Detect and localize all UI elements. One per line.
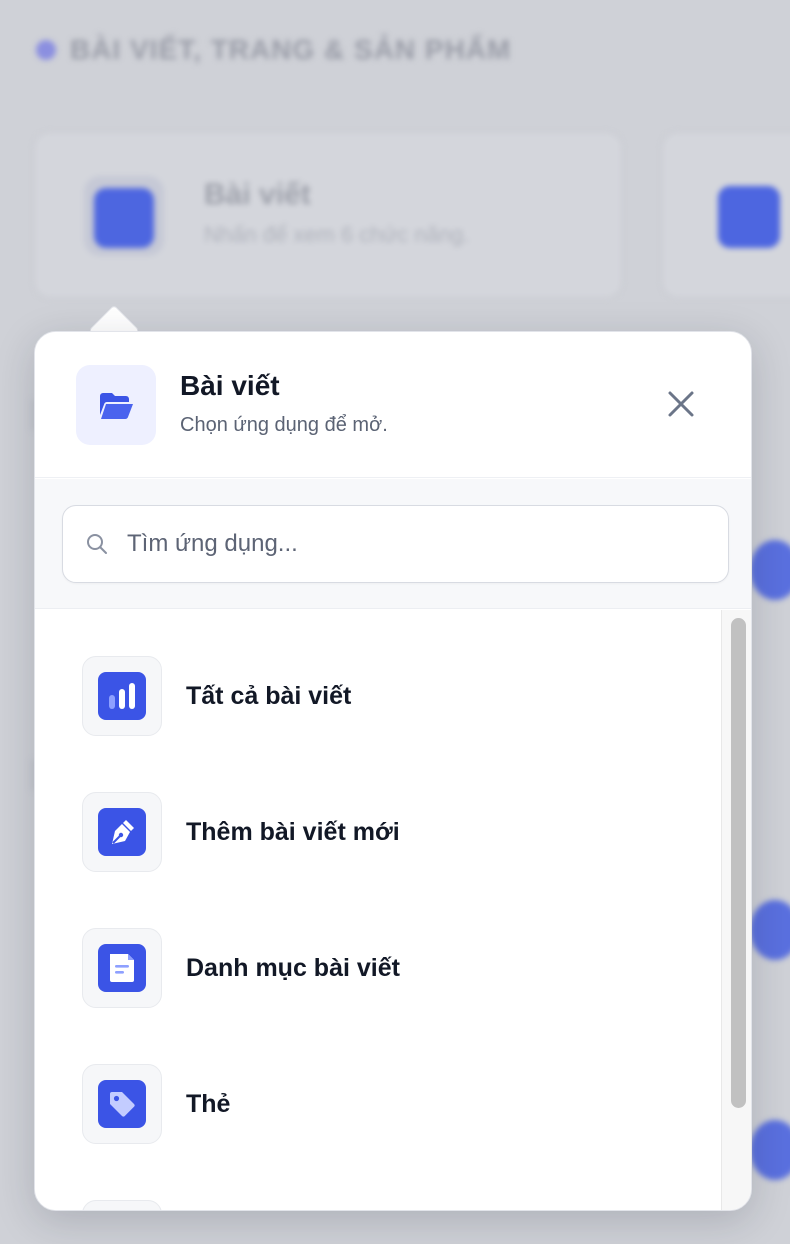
- app-item-label: Thêm bài viết mới: [186, 818, 400, 846]
- pen-nib-icon: [98, 808, 146, 856]
- app-tile: [82, 1064, 162, 1144]
- app-item-post-categories[interactable]: Danh mục bài viết: [35, 882, 721, 1018]
- folder-open-icon: [76, 365, 156, 445]
- background-icon-blob: [750, 1120, 790, 1180]
- search-area: [35, 479, 751, 609]
- background-section-title-text: BÀI VIẾT, TRANG & SẢN PHẨM: [70, 34, 512, 65]
- background-section-title: BÀI VIẾT, TRANG & SẢN PHẨM: [36, 34, 511, 66]
- close-button[interactable]: [661, 384, 701, 424]
- close-icon: [668, 391, 694, 417]
- tag-icon: [98, 1080, 146, 1128]
- popover-title: Bài viết: [180, 370, 280, 401]
- app-tile: [82, 1200, 162, 1210]
- bar-chart-icon: [98, 672, 146, 720]
- app-item-label: Thẻ: [186, 1090, 231, 1118]
- background-icon-blob: [750, 900, 790, 960]
- background-card-title: Bài viết: [204, 178, 311, 211]
- app-item-label: Tất cả bài viết: [186, 682, 352, 710]
- app-item-tags[interactable]: Thẻ: [35, 1018, 721, 1154]
- search-icon: [85, 532, 109, 556]
- background-page-icon: [718, 186, 780, 248]
- app-tile: [82, 928, 162, 1008]
- app-item-partial[interactable]: [35, 1154, 721, 1210]
- app-item-label: Danh mục bài viết: [186, 954, 400, 982]
- background-icon-blob: [750, 540, 790, 600]
- app-picker-popover: Bài viết Chọn ứng dụng để mở. Tìm ứng dụ…: [34, 331, 752, 1211]
- scrollbar-thumb[interactable]: [731, 618, 746, 1108]
- app-item-add-post[interactable]: Thêm bài viết mới: [35, 746, 721, 882]
- app-item-all-posts[interactable]: Tất cả bài viết: [35, 610, 721, 746]
- search-input[interactable]: [127, 530, 687, 558]
- scrollbar-track[interactable]: [721, 610, 751, 1210]
- section-dot-icon: [36, 40, 56, 60]
- app-tile: [82, 792, 162, 872]
- app-tile: [82, 656, 162, 736]
- app-list: Tất cả bài viết Thêm bài viết mới Danh m…: [35, 610, 721, 1210]
- search-box[interactable]: [62, 505, 729, 583]
- popover-subtitle: Chọn ứng dụng để mở.: [180, 414, 388, 436]
- popover-header: Bài viết Chọn ứng dụng để mở.: [35, 332, 751, 478]
- document-icon: [98, 944, 146, 992]
- background-card-subtitle: Nhấn để xem 6 chức năng.: [204, 222, 470, 247]
- background-edit-icon: [94, 188, 154, 248]
